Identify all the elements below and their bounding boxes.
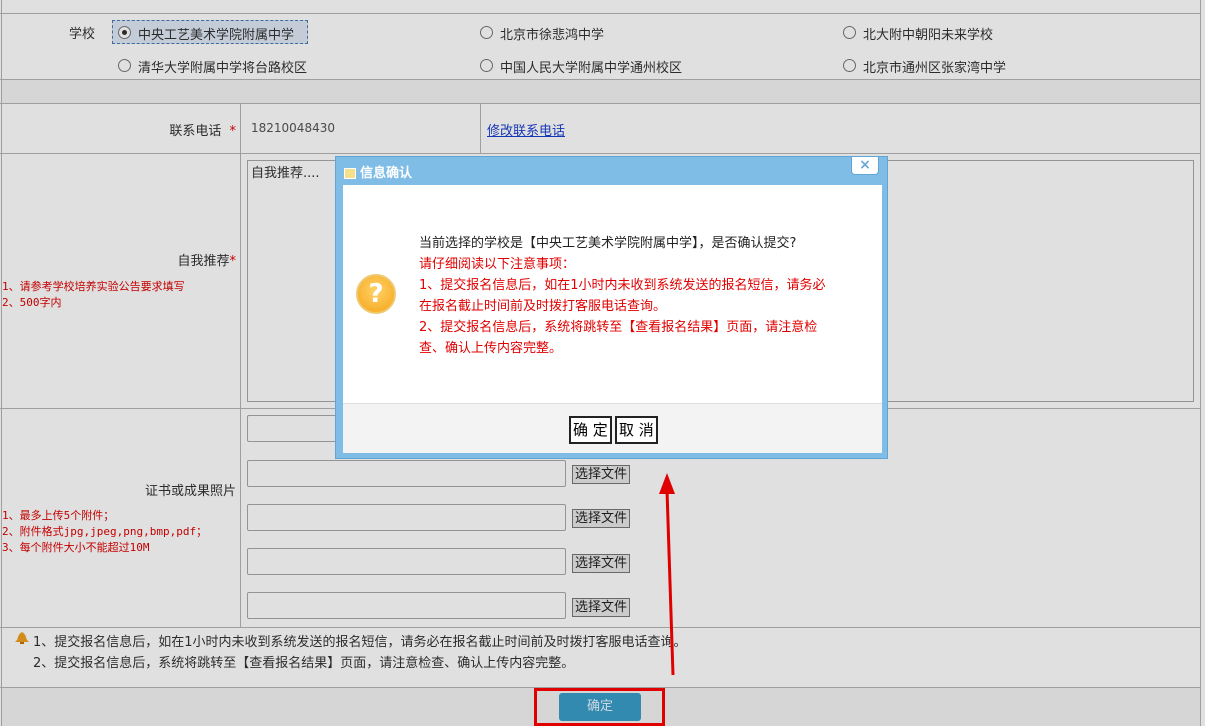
dialog-footer: 确 定 取 消 [343, 403, 882, 453]
required-mark: * [229, 254, 237, 269]
question-icon: ? [356, 274, 396, 314]
school-label: 学校 [69, 27, 96, 42]
choose-file-button[interactable]: 选择文件 [572, 509, 631, 528]
file-input-2[interactable] [247, 460, 566, 487]
highlight-box [534, 688, 665, 726]
confirm-dialog: 信息确认 × ? 当前选择的学校是【中央工艺美术学院附属中学】，是否确认提交? … [335, 156, 888, 459]
arrow-icon [659, 473, 675, 676]
school-option-label: 北大附中朝阳未来学校 [863, 28, 994, 43]
radio-checked-icon[interactable] [118, 26, 131, 39]
self-intro-label-group: 自我推荐* [177, 250, 236, 269]
window-icon [344, 168, 356, 179]
required-mark: * [229, 124, 237, 139]
school-option-label: 中国人民大学附属中学通州校区 [500, 61, 683, 76]
radio-icon[interactable] [480, 59, 493, 72]
dialog-line: 查、确认上传内容完整。 [419, 341, 563, 356]
dialog-line: 请仔细阅读以下注意事项： [419, 257, 576, 272]
choose-file-button[interactable]: 选择文件 [572, 598, 631, 617]
bell-icon [15, 632, 29, 644]
certificates-hint-2: 2、附件格式jpg,jpeg,png,bmp,pdf； [2, 525, 208, 538]
school-option-label: 北京市通州区张家湾中学 [863, 61, 1007, 76]
radio-icon[interactable] [843, 59, 856, 72]
self-intro-hint-1: 1、请参考学校培养实验公告要求填写 [2, 280, 185, 293]
close-icon[interactable]: × [851, 157, 879, 175]
choose-file-button[interactable]: 选择文件 [572, 465, 631, 484]
school-option-label: 清华大学附属中学将台路校区 [138, 61, 308, 76]
phone-label: 联系电话 [169, 124, 222, 139]
choose-file-button[interactable]: 选择文件 [572, 554, 631, 573]
self-intro-label: 自我推荐 [177, 254, 230, 269]
edit-phone-link[interactable]: 修改联系电话 [487, 120, 565, 139]
dialog-title-bar: 信息确认 [344, 162, 412, 181]
notice-line-1: 1、提交报名信息后，如在1小时内未收到系统发送的报名短信，请务必在报名截止时间前… [33, 635, 687, 650]
dialog-line: 在报名截止时间前及时拨打客服电话查询。 [419, 299, 667, 314]
self-intro-hint-2: 2、500字内 [2, 296, 62, 309]
dialog-title: 信息确认 [360, 166, 413, 181]
notice-line-2: 2、提交报名信息后，系统将跳转至【查看报名结果】页面，请注意检查、确认上传内容完… [33, 656, 575, 671]
dialog-cancel-button[interactable]: 取 消 [615, 416, 658, 444]
dialog-line: 1、提交报名信息后，如在1小时内未收到系统发送的报名短信，请务必 [419, 278, 826, 293]
file-input-4[interactable] [247, 548, 566, 575]
dialog-line: 2、提交报名信息后，系统将跳转至【查看报名结果】页面，请注意检 [419, 320, 818, 335]
radio-icon[interactable] [118, 59, 131, 72]
self-intro-text: 自我推荐.... [251, 166, 320, 181]
radio-icon[interactable] [843, 26, 856, 39]
dialog-confirm-button[interactable]: 确 定 [569, 416, 612, 444]
certificates-label: 证书或成果照片 [144, 484, 236, 499]
certificates-hint-1: 1、最多上传5个附件； [2, 509, 115, 522]
phone-value: 18210048430 [251, 121, 335, 135]
school-option-label: 北京市徐悲鸿中学 [500, 28, 605, 43]
certificates-hint-3: 3、每个附件大小不能超过10M [2, 541, 150, 554]
phone-label-group: 联系电话 * [169, 120, 236, 139]
dialog-body: ? 当前选择的学校是【中央工艺美术学院附属中学】，是否确认提交? 请仔细阅读以下… [343, 185, 882, 403]
radio-icon[interactable] [480, 26, 493, 39]
file-input-3[interactable] [247, 504, 566, 531]
file-input-5[interactable] [247, 592, 566, 619]
dialog-question: 当前选择的学校是【中央工艺美术学院附属中学】，是否确认提交? [419, 236, 797, 251]
school-option-label: 中央工艺美术学院附属中学 [138, 28, 295, 43]
